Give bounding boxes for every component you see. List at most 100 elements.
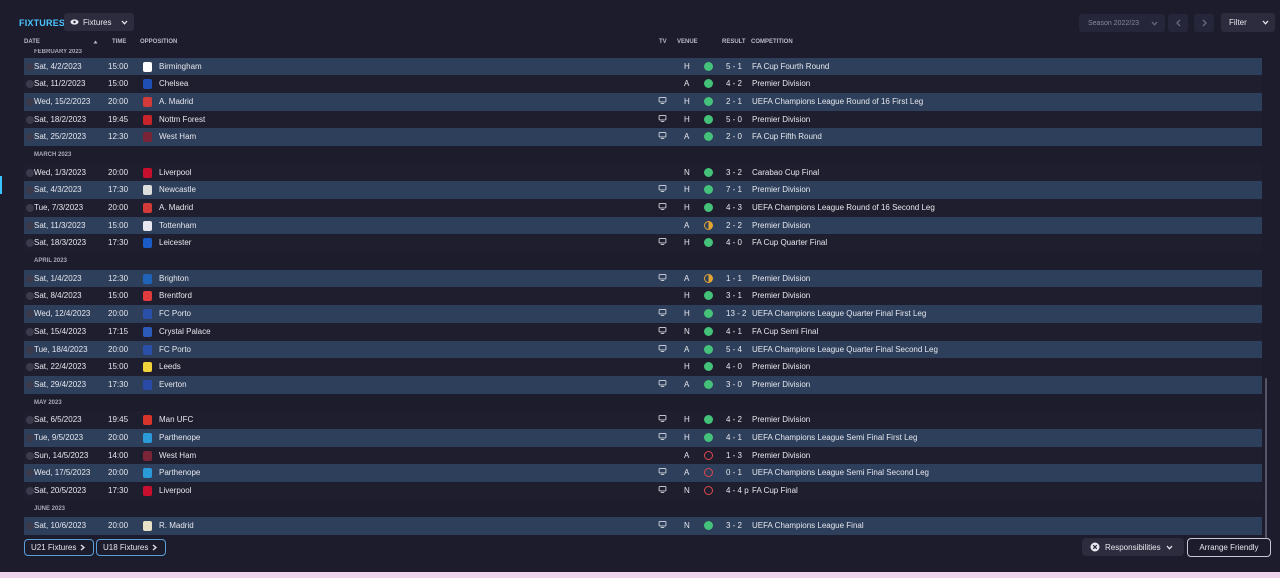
result[interactable]: 1 - 1 bbox=[726, 274, 742, 283]
fixture-row[interactable]: Tue, 18/4/2023 20:00 FC Porto A 5 - 4 UEFA Ch… bbox=[24, 340, 1262, 359]
select-circle[interactable] bbox=[26, 221, 34, 230]
result[interactable]: 2 - 1 bbox=[726, 97, 742, 106]
opposition-name[interactable]: FC Porto bbox=[159, 345, 191, 354]
select-circle[interactable] bbox=[26, 274, 34, 283]
select-circle[interactable] bbox=[26, 380, 34, 389]
select-circle[interactable] bbox=[26, 115, 34, 124]
select-circle[interactable] bbox=[26, 204, 34, 212]
competition[interactable]: FA Cup Semi Final bbox=[752, 327, 818, 336]
fixture-row[interactable]: Sun, 14/5/2023 14:00 West Ham A 1 - 3 Premier… bbox=[24, 446, 1262, 465]
opposition-name[interactable]: Leicester bbox=[159, 238, 191, 247]
arrange-friendly-button[interactable]: Arrange Friendly bbox=[1187, 538, 1271, 557]
competition[interactable]: Premier Division bbox=[752, 362, 810, 371]
opposition-name[interactable]: A. Madrid bbox=[159, 97, 193, 106]
competition[interactable]: FA Cup Fourth Round bbox=[752, 62, 829, 71]
fixture-row[interactable]: Wed, 17/5/2023 20:00 Parthenope A 0 - 1 UEFA … bbox=[24, 464, 1262, 482]
result[interactable]: 2 - 0 bbox=[726, 132, 742, 141]
column-header-time[interactable]: TIME bbox=[112, 39, 126, 45]
fixture-row[interactable]: Sat, 11/3/2023 15:00 Tottenham A 2 - 2 Premie… bbox=[24, 216, 1262, 235]
competition[interactable]: Premier Division bbox=[752, 380, 810, 389]
fixture-row[interactable]: Sat, 25/2/2023 12:30 West Ham A 2 - 0 FA Cup … bbox=[24, 128, 1262, 146]
competition[interactable]: FA Cup Fifth Round bbox=[752, 132, 822, 141]
fixture-row[interactable]: Sat, 4/2/2023 15:00 Birmingham H 5 - 1 FA Cup… bbox=[24, 57, 1262, 76]
result[interactable]: 5 - 1 bbox=[726, 62, 742, 71]
competition[interactable]: UEFA Champions League Semi Final Second … bbox=[752, 468, 929, 477]
fixture-row[interactable]: Sat, 11/2/2023 15:00 Chelsea A 4 - 2 Premier … bbox=[24, 75, 1262, 93]
result[interactable]: 3 - 1 bbox=[726, 291, 742, 300]
select-circle[interactable] bbox=[26, 239, 34, 248]
competition[interactable]: Premier Division bbox=[752, 415, 810, 424]
u21-fixtures-button[interactable]: U21 Fixtures bbox=[24, 539, 94, 556]
result[interactable]: 3 - 0 bbox=[726, 380, 742, 389]
fixture-row[interactable]: Sat, 4/3/2023 17:30 Newcastle H 7 - 1 Premier… bbox=[24, 181, 1262, 199]
opposition-name[interactable]: A. Madrid bbox=[159, 203, 193, 212]
column-header-tv[interactable]: TV bbox=[659, 39, 667, 45]
opposition-name[interactable]: Leeds bbox=[159, 362, 181, 371]
opposition-name[interactable]: Parthenope bbox=[159, 433, 200, 442]
opposition-name[interactable]: FC Porto bbox=[159, 309, 191, 318]
result[interactable]: 4 - 2 bbox=[726, 79, 742, 88]
opposition-name[interactable]: Brighton bbox=[159, 274, 189, 283]
opposition-name[interactable]: Liverpool bbox=[159, 168, 191, 177]
competition[interactable]: FA Cup Final bbox=[752, 486, 798, 495]
result[interactable]: 4 - 2 bbox=[726, 415, 742, 424]
competition[interactable]: Premier Division bbox=[752, 221, 810, 230]
select-circle[interactable] bbox=[26, 310, 34, 319]
column-header-opposition[interactable]: OPPOSITION bbox=[140, 39, 177, 45]
column-header-competition[interactable]: COMPETITION bbox=[751, 39, 793, 45]
select-circle[interactable] bbox=[26, 80, 34, 89]
fixture-row[interactable]: Sat, 22/4/2023 15:00 Leeds H 4 - 0 Premier Di… bbox=[24, 358, 1262, 376]
opposition-name[interactable]: Everton bbox=[159, 380, 187, 389]
u18-fixtures-button[interactable]: U18 Fixtures bbox=[96, 539, 166, 556]
filter-button[interactable]: Filter bbox=[1221, 13, 1275, 32]
result[interactable]: 2 - 2 bbox=[726, 221, 742, 230]
result[interactable]: 5 - 4 bbox=[726, 345, 742, 354]
fixture-row[interactable]: Sat, 18/2/2023 19:45 Nottm Forest H 5 - 0 Pre… bbox=[24, 110, 1262, 129]
fixture-row[interactable]: Sat, 8/4/2023 15:00 Brentford H 3 - 1 Premier… bbox=[24, 287, 1262, 306]
column-header-venue[interactable]: VENUE bbox=[677, 39, 698, 45]
select-circle[interactable] bbox=[26, 168, 34, 177]
fixture-row[interactable]: Tue, 9/5/2023 20:00 Parthenope H 4 - 1 UEFA C… bbox=[24, 428, 1262, 447]
opposition-name[interactable]: Birmingham bbox=[159, 62, 202, 71]
column-header-result[interactable]: RESULT bbox=[722, 39, 746, 45]
competition[interactable]: UEFA Champions League Quarter Final Seco… bbox=[752, 345, 938, 354]
previous-season-button[interactable] bbox=[1168, 14, 1188, 32]
fixture-row[interactable]: Sat, 6/5/2023 19:45 Man UFC H 4 - 2 Premier D… bbox=[24, 411, 1262, 429]
result[interactable]: 3 - 2 bbox=[726, 168, 742, 177]
responsibilities-button[interactable]: Responsibilities bbox=[1082, 538, 1184, 556]
opposition-name[interactable]: Brentford bbox=[159, 291, 192, 300]
result[interactable]: 4 - 1 bbox=[726, 433, 742, 442]
opposition-name[interactable]: Newcastle bbox=[159, 185, 196, 194]
competition[interactable]: UEFA Champions League Round of 16 Second… bbox=[752, 203, 935, 212]
result[interactable]: 3 - 2 bbox=[726, 521, 742, 530]
opposition-name[interactable]: Man UFC bbox=[159, 415, 193, 424]
opposition-name[interactable]: Tottenham bbox=[159, 221, 196, 230]
competition[interactable]: FA Cup Quarter Final bbox=[752, 238, 827, 247]
result[interactable]: 4 - 3 bbox=[726, 203, 742, 212]
opposition-name[interactable]: Parthenope bbox=[159, 468, 200, 477]
select-circle[interactable] bbox=[26, 133, 34, 142]
competition[interactable]: Premier Division bbox=[752, 451, 810, 460]
view-selector-button[interactable]: Fixtures bbox=[64, 13, 134, 31]
select-circle[interactable] bbox=[26, 433, 34, 442]
competition[interactable]: UEFA Champions League Quarter Final Firs… bbox=[752, 309, 926, 318]
result[interactable]: 5 - 0 bbox=[726, 115, 742, 124]
fixture-row[interactable]: Sat, 15/4/2023 17:15 Crystal Palace N 4 - 1 F… bbox=[24, 322, 1262, 341]
fixture-row[interactable]: Wed, 15/2/2023 20:00 A. Madrid H 2 - 1 UEFA C… bbox=[24, 92, 1262, 111]
opposition-name[interactable]: Liverpool bbox=[159, 486, 191, 495]
competition[interactable]: Carabao Cup Final bbox=[752, 168, 819, 177]
fixture-row[interactable]: Sat, 1/4/2023 12:30 Brighton A 1 - 1 Premier … bbox=[24, 269, 1262, 288]
next-season-button[interactable] bbox=[1194, 14, 1214, 32]
result[interactable]: 4 - 4 p bbox=[726, 486, 749, 495]
result[interactable]: 4 - 0 bbox=[726, 238, 742, 247]
fixture-row[interactable]: Sat, 29/4/2023 17:30 Everton A 3 - 0 Premier … bbox=[24, 375, 1262, 394]
opposition-name[interactable]: Crystal Palace bbox=[159, 327, 211, 336]
result[interactable]: 4 - 0 bbox=[726, 362, 742, 371]
fixture-row[interactable]: Wed, 1/3/2023 20:00 Liverpool N 3 - 2 Carabao… bbox=[24, 163, 1262, 182]
opposition-name[interactable]: Chelsea bbox=[159, 79, 188, 88]
select-circle[interactable] bbox=[26, 416, 34, 425]
opposition-name[interactable]: West Ham bbox=[159, 132, 196, 141]
result[interactable]: 7 - 1 bbox=[726, 185, 742, 194]
competition[interactable]: Premier Division bbox=[752, 185, 810, 194]
result[interactable]: 0 - 1 bbox=[726, 468, 742, 477]
